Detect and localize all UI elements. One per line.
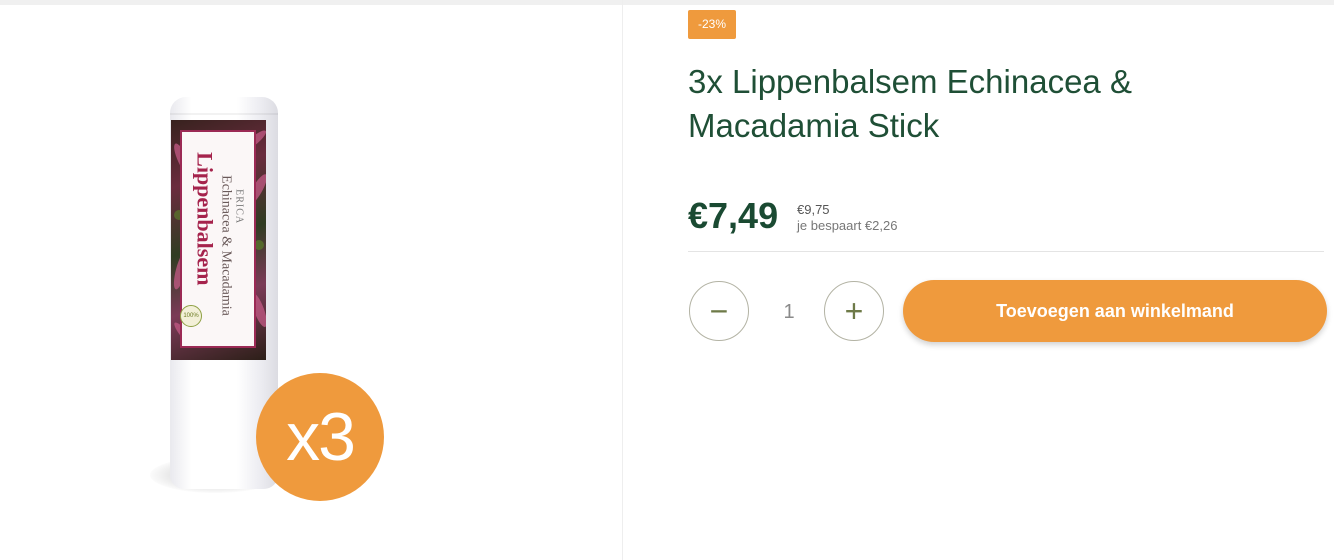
stick-cap-seam: [170, 113, 278, 115]
minus-icon: −: [709, 292, 729, 329]
label-brand: ERICA: [233, 189, 245, 225]
label-subtitle: Echinacea & Macadamia: [218, 175, 234, 316]
quantity-input[interactable]: [757, 296, 821, 328]
product-image[interactable]: ERICA Echinacea & Macadamia Lippenbalsem…: [0, 5, 622, 560]
bio-seal-icon: 100%: [180, 305, 202, 327]
label-text-group: ERICA Echinacea & Macadamia Lippenbalsem: [192, 152, 245, 316]
increase-quantity-button[interactable]: +: [824, 281, 884, 341]
product-title: 3x Lippenbalsem Echinacea & Macadamia St…: [688, 63, 1132, 144]
multiplier-badge: x3: [256, 373, 384, 501]
original-price: €9,75: [797, 202, 830, 217]
column-divider: [622, 0, 623, 560]
current-price: €7,49: [688, 195, 779, 236]
price-divider: [688, 251, 1324, 252]
label-product-name: Lippenbalsem: [192, 152, 218, 286]
plus-icon: +: [844, 292, 864, 329]
add-to-cart-button[interactable]: Toevoegen aan winkelmand: [903, 280, 1327, 342]
decrease-quantity-button[interactable]: −: [689, 281, 749, 341]
discount-badge: -23%: [688, 10, 736, 39]
savings-text: je bespaart €2,26: [797, 218, 898, 233]
